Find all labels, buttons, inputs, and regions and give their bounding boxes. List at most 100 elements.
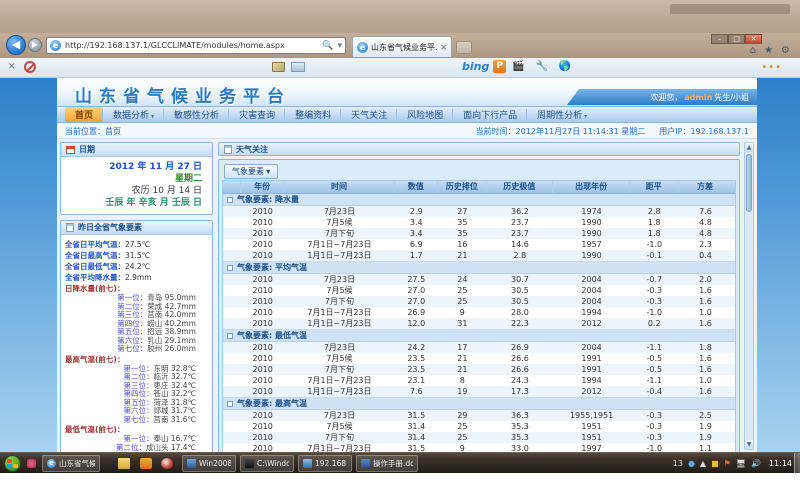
toolbar-overflow-icon[interactable]: ••• — [761, 62, 782, 73]
nav-item-天气关注[interactable]: 天气关注 — [341, 107, 397, 122]
table-cell: -1.1 — [630, 375, 679, 386]
table-cell: 1994 — [553, 307, 630, 318]
table-row: 20107月23日24.21726.92004-1.11.8 — [223, 342, 735, 353]
scroll-up-icon[interactable]: ▲ — [745, 143, 753, 152]
row-checkbox-column — [223, 342, 241, 353]
group-checkbox[interactable] — [227, 197, 233, 203]
taskbar-clock[interactable]: 11:14 — [769, 459, 792, 468]
element-filter-button[interactable]: 气象要素 ▾ — [224, 164, 278, 179]
start-button[interactable] — [4, 455, 21, 472]
share-globe-icon[interactable]: 🌎 — [559, 61, 571, 72]
column-header: 年份 — [241, 181, 285, 193]
back-button-icon[interactable]: ◀ — [6, 35, 26, 55]
app-orange-icon[interactable] — [140, 458, 152, 469]
browser-tab[interactable]: e 山东省气候业务平... ✕ — [352, 36, 452, 57]
table-cell: 17 — [438, 342, 487, 353]
url-text[interactable]: http://192.168.137.1/GLCCLIMATE/modules/… — [65, 41, 322, 50]
folder-icon[interactable] — [118, 458, 130, 469]
table-cell: 7月下旬 — [284, 228, 394, 239]
table-cell: 26.6 — [487, 353, 554, 364]
scroll-down-icon[interactable]: ▼ — [745, 440, 753, 449]
update-icon[interactable]: ■ — [711, 459, 719, 468]
table-group: 气象要素: 降水量20107月23日2.92736.219742.87.6201… — [223, 194, 735, 262]
tab-close-icon[interactable]: ✕ — [440, 43, 447, 52]
table-cell: 9 — [438, 443, 487, 452]
table-cell: 25 — [438, 421, 487, 432]
window-app-icon — [303, 459, 312, 468]
toolbar-close-icon[interactable]: ✕ — [8, 62, 16, 72]
table-row: 20107月下旬3.43523.719901.84.8 — [223, 228, 735, 239]
table-cell: 23.1 — [395, 375, 439, 386]
nav-item-风险地图[interactable]: 风险地图 — [397, 107, 453, 122]
site-header: 山东省气候业务平台 欢迎您， admin 先生/小姐 — [57, 78, 757, 106]
ime-indicator[interactable]: 13 — [673, 459, 683, 468]
search-icon[interactable]: 🔍 — [322, 41, 333, 51]
mail-icon[interactable] — [291, 62, 305, 72]
favorites-star-icon[interactable]: ★ — [764, 45, 773, 56]
camera-icon[interactable]: 🎬 — [512, 61, 524, 72]
wallet-card-icon[interactable] — [272, 62, 285, 72]
table-row: 20107月1日~7月23日23.1824.31994-1.11.0 — [223, 375, 735, 386]
weekday: 星期二 — [65, 173, 202, 185]
table-cell: -1.0 — [630, 239, 679, 250]
quick-launch-icon[interactable] — [27, 459, 36, 468]
chevron-down-icon[interactable]: ▾ — [337, 41, 342, 51]
taskbar-window-button[interactable]: 192.168.59.99... — [298, 455, 352, 472]
show-hidden-icons[interactable]: ▲ — [700, 459, 706, 468]
table-cell: 7月23日 — [284, 274, 394, 285]
volume-icon[interactable]: 🔊 — [751, 459, 761, 468]
table-cell: -1.0 — [630, 307, 679, 318]
show-desktop-button[interactable] — [794, 453, 800, 474]
media-player-icon[interactable] — [161, 458, 173, 469]
messenger-icon[interactable]: ● — [688, 459, 695, 468]
taskbar-window-button[interactable]: Win2008 (VS2... — [182, 455, 236, 472]
taskbar-window-button[interactable]: C:\Windows\s... — [240, 455, 294, 472]
table-cell: 7月下旬 — [284, 432, 394, 443]
bing-logo: bing — [462, 60, 489, 73]
welcome-banner: 欢迎您， admin 先生/小姐 — [567, 89, 757, 105]
row-checkbox-column — [223, 307, 241, 318]
minimize-icon[interactable]: – — [711, 34, 728, 44]
nav-item-首页[interactable]: 首页 — [65, 107, 103, 122]
group-checkbox[interactable] — [227, 265, 233, 271]
table-cell: 7月5候 — [284, 217, 394, 228]
nav-item-面向下行产品[interactable]: 面向下行产品 — [453, 107, 527, 122]
scrollbar-thumb[interactable] — [746, 154, 752, 212]
group-checkbox[interactable] — [227, 401, 233, 407]
table-cell: 27.0 — [395, 296, 439, 307]
bing-toolbar-icon[interactable]: P — [493, 60, 506, 73]
group-checkbox[interactable] — [227, 333, 233, 339]
window-app-icon — [361, 459, 370, 468]
table-group: 气象要素: 最低气温20107月23日24.21726.92004-1.11.8… — [223, 330, 735, 398]
document-icon — [66, 223, 74, 232]
ganzhi-date: 壬辰 年 辛亥 月 壬辰 日 — [65, 197, 202, 209]
page-scrollbar[interactable]: ▲ ▼ — [744, 142, 754, 450]
table-cell: -1.0 — [630, 443, 679, 452]
taskbar-ie-window[interactable]: e 山东省气候业... — [42, 455, 100, 472]
table-cell: 26.6 — [487, 364, 554, 375]
nav-item-灾害查询[interactable]: 灾害查询 — [229, 107, 285, 122]
new-tab-button[interactable] — [456, 41, 472, 54]
home-icon[interactable]: ⌂ — [750, 45, 756, 56]
table-cell: 9 — [438, 307, 487, 318]
network-icon[interactable]: 🖥 — [736, 459, 746, 468]
column-header: 历史排位 — [438, 181, 487, 193]
flag-action-center-icon[interactable]: ⚑ — [724, 459, 731, 468]
breadcrumb: 当前位置：首页 — [65, 126, 121, 137]
forward-button-icon[interactable]: ▶ — [28, 38, 42, 52]
settings-gear-icon[interactable]: ⚙ — [781, 45, 790, 56]
nav-item-周期性分析[interactable]: 周期性分析▾ — [527, 107, 597, 122]
nav-item-数据分析[interactable]: 数据分析▾ — [103, 107, 164, 122]
table-row: 20107月5候3.43523.719901.84.8 — [223, 217, 735, 228]
taskbar-window-button[interactable]: 操作手册.docx .. — [356, 455, 418, 472]
user-ip: 用户IP：192.168.137.1 — [659, 126, 749, 137]
row-checkbox-column — [223, 353, 241, 364]
table-cell: 23.7 — [487, 228, 554, 239]
address-bar[interactable]: e http://192.168.137.1/GLCCLIMATE/module… — [46, 37, 346, 54]
table-cell: 31 — [438, 318, 487, 329]
close-icon[interactable]: ✕ — [745, 34, 762, 44]
nav-item-整编资料[interactable]: 整编资料 — [285, 107, 341, 122]
maximize-icon[interactable]: □ — [728, 34, 745, 44]
tools-icon[interactable]: 🔧 — [535, 61, 547, 72]
nav-item-敏感性分析[interactable]: 敏感性分析 — [164, 107, 229, 122]
